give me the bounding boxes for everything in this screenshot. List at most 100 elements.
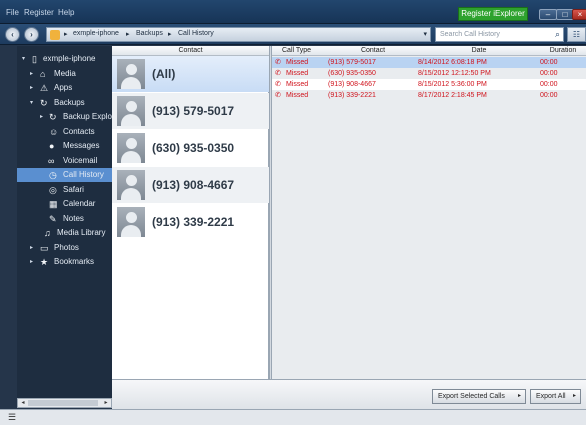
avatar [117,207,145,237]
forward-icon[interactable]: › [24,27,39,42]
device-icon [50,30,60,40]
contact-header[interactable]: Contact [328,46,418,56]
missed-call-icon: ✆ [275,70,281,77]
table-row[interactable]: ✆ Missed (913) 339-2221 8/17/2012 2:18:4… [272,90,586,101]
sidebar-scrollbar[interactable]: ◂ ▸ [17,398,112,408]
chevron-right-icon[interactable]: ▸ [30,81,33,95]
contact-column-header[interactable]: Contact [112,46,269,56]
search-icon[interactable]: ⌕ [555,29,560,40]
contact-name: (630) 935-0350 [152,141,235,155]
contact-row[interactable]: (913) 339-2221 [112,204,269,240]
contact-row[interactable]: (630) 935-0350 [112,130,269,166]
sidebar-item-voicemail[interactable]: ∞ Voicemail [17,154,112,168]
date-header[interactable]: Date [418,46,540,56]
sidebar-item-media-library[interactable]: ♫ Media Library [17,226,112,240]
minimize-icon[interactable]: – [539,9,557,20]
export-selected-calls-button[interactable]: Export Selected Calls ▸ [432,389,526,404]
contact-name: (913) 579-5017 [152,104,235,118]
call-duration: 00:00 [540,70,558,77]
call-contact: (913) 908-4667 [328,81,376,88]
call-contact: (630) 935-0350 [328,70,376,77]
call-type: Missed [286,59,309,66]
breadcrumb-device[interactable]: exmple-iphone [73,30,119,37]
sidebar-item-safari[interactable]: ◎ Safari [17,183,112,197]
sidebar-item-backup-explorer[interactable]: ▸ ↻ Backup Explorer [17,110,112,124]
sidebar-item-calendar[interactable]: ▦ Calendar [17,197,112,211]
calendar-icon: ▦ [49,199,58,209]
table-row[interactable]: ✆ Missed (630) 935-0350 8/15/2012 12:12:… [272,68,586,79]
menu-icon[interactable]: ☰ [8,412,16,423]
scroll-thumb[interactable] [28,400,98,406]
close-icon[interactable]: × [572,9,586,20]
sidebar-item-label: Bookmarks [54,257,95,266]
contact-name: (913) 908-4667 [152,178,235,192]
call-type: Missed [286,70,309,77]
contacts-icon: ☺ [49,127,59,137]
sidebar-item-bookmarks[interactable]: ▸ ★ Bookmarks [17,255,112,269]
menu-file[interactable]: File [6,8,19,17]
scroll-left-icon[interactable]: ◂ [18,399,28,407]
menu-help[interactable]: Help [58,8,74,17]
sidebar-item-label: Call History [63,170,104,179]
duration-header[interactable]: Duration [540,46,586,56]
back-icon[interactable]: ‹ [5,27,20,42]
status-bar: ☰ [0,409,586,425]
export-all-label: Export All [536,393,566,400]
table-row[interactable]: ✆ Missed (913) 579-5017 8/14/2012 6:08:1… [272,57,586,68]
sidebar-item-messages[interactable]: ● Messages [17,139,112,153]
breadcrumb-call-history[interactable]: Call History [178,30,214,37]
chevron-right-icon[interactable]: ▸ [30,255,33,269]
chevron-right-icon: ▸ [517,393,521,399]
contact-name: (913) 339-2221 [152,215,235,229]
call-duration: 00:00 [540,92,558,99]
backup-icon: ↻ [49,112,57,122]
avatar [117,96,145,126]
sidebar-item-media[interactable]: ▸ ⌂ Media [17,67,112,81]
table-row[interactable]: ✆ Missed (913) 908-4667 8/15/2012 5:36:0… [272,79,586,90]
call-contact: (913) 339-2221 [328,92,376,99]
avatar [117,133,145,163]
export-all-button[interactable]: Export All ▸ [530,389,581,404]
scroll-right-icon[interactable]: ▸ [101,399,111,407]
sidebar-item-notes[interactable]: ✎ Notes [17,212,112,226]
action-bar: Export Selected Calls ▸ Export All ▸ [112,379,586,409]
chevron-right-icon[interactable]: ▸ [30,67,33,81]
sidebar-item-photos[interactable]: ▸ ▭ Photos [17,241,112,255]
breadcrumb[interactable]: ▸ exmple-iphone ▸ Backups ▸ Call History… [46,27,431,42]
missed-call-icon: ✆ [275,81,281,88]
photo-icon: ▭ [40,243,49,253]
menu-register[interactable]: Register [24,8,54,17]
chevron-down-icon[interactable]: ▾ [423,30,427,38]
search-input[interactable]: Search Call History ⌕ [435,27,564,42]
chevron-down-icon[interactable]: ▾ [22,52,25,66]
call-date: 8/15/2012 12:12:50 PM [418,70,491,77]
breadcrumb-backups[interactable]: Backups [136,30,163,37]
search-placeholder: Search Call History [440,31,500,38]
sidebar-item-label: Safari [63,185,84,194]
sidebar-item-device[interactable]: ▾ ▯ exmple-iphone [17,52,112,66]
sidebar-item-label: Photos [54,243,79,252]
contact-row[interactable]: (913) 908-4667 [112,167,269,203]
sidebar-item-apps[interactable]: ▸ ⚠ Apps [17,81,112,95]
avatar [117,170,145,200]
view-options-icon[interactable]: ☷ [567,27,586,42]
chevron-right-icon[interactable]: ▸ [30,241,33,255]
register-button[interactable]: Register iExplorer [458,7,528,21]
sidebar-item-call-history[interactable]: ◷ Call History [17,168,112,182]
sidebar-item-label: Apps [54,83,73,92]
sidebar-item-label: Media Library [57,228,106,237]
contact-row-all[interactable]: (All) [112,56,269,92]
call-type-header[interactable]: Call Type [272,46,328,56]
call-date: 8/17/2012 2:18:45 PM [418,92,487,99]
contact-row[interactable]: (913) 579-5017 [112,93,269,129]
call-date: 8/14/2012 6:08:18 PM [418,59,487,66]
call-type: Missed [286,81,309,88]
chevron-right-icon[interactable]: ▸ [40,110,43,124]
sidebar-item-label: Voicemail [63,156,98,165]
chevron-down-icon[interactable]: ▾ [30,96,33,110]
chevron-right-icon: ▸ [168,31,172,38]
missed-call-icon: ✆ [275,59,281,66]
chevron-right-icon: ▸ [126,31,130,38]
sidebar-item-contacts[interactable]: ☺ Contacts [17,125,112,139]
sidebar-item-backups[interactable]: ▾ ↻ Backups [17,96,112,110]
